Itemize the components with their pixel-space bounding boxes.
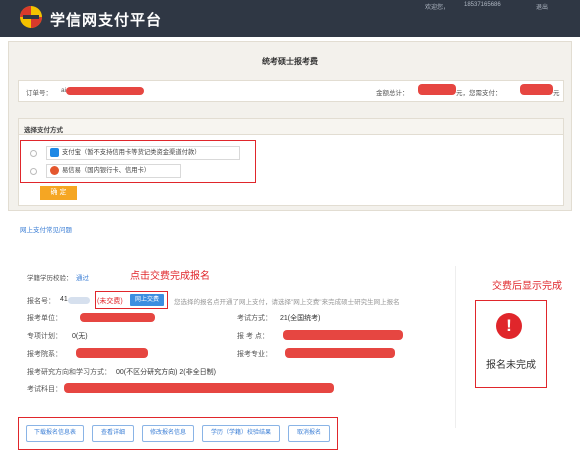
exam-mode-label: 考试方式： [237,315,272,322]
site-title: 学信网支付平台 [50,12,163,29]
payment-panel-title: 统考硕士报考费 [262,57,318,66]
subjects-label: 考试科目： [27,386,62,393]
special-plan-label: 专项计划： [27,333,62,340]
exam-mode-value: 21(全国统考) [280,315,321,322]
redaction-mark [66,87,144,95]
payment-method-header [19,119,563,135]
annotation-highlight-box [18,417,338,450]
major-label: 报考专业： [237,351,272,358]
amount-due-label: 元，您需支付： [456,90,502,97]
redaction-mark [283,330,403,340]
dept-label: 报考院系： [27,351,62,358]
amount-unit: 元 [553,90,560,97]
site-logo-icon [20,6,42,28]
payment-method-title: 选择支付方式 [24,127,63,134]
redaction-mark [80,313,155,322]
annotation-pay-hint: 点击交费完成报名 [130,271,210,282]
direction-label: 报考研究方向和学习方式： [27,369,111,376]
unit-label: 报考单位： [27,315,62,322]
verify-label: 学籍学历校验： [27,275,73,282]
order-number-label: 订单号： [26,90,52,97]
logout-link[interactable]: 退出 [536,2,548,11]
annotation-highlight-box [95,291,168,309]
panel-divider [455,266,456,428]
redaction-mark [64,383,334,393]
reg-no-value: 41 [60,296,68,303]
registration-status-text: 报名未完成 [486,360,536,371]
confirm-button[interactable]: 确 定 [40,186,77,200]
redaction-mark [76,348,148,358]
welcome-text: 欢迎您， [425,5,450,11]
pay-hint-text: 您选择的报名点开通了网上支付，请选择"网上交费"来完成硕士研究生网上报名 [174,299,400,306]
user-phone: 18537165686 [464,2,501,8]
alert-icon: ! [496,313,522,339]
redaction-mark [68,297,90,304]
reg-no-label: 报名号： [27,298,55,305]
redaction-mark [520,84,553,95]
annotation-status-hint: 交费后显示完成 [492,281,562,292]
exam-site-label: 报 考 点： [237,333,269,340]
amount-total-label: 金额总计： [376,90,409,97]
direction-value: 00(不区分研究方向) 2(非全日制) [116,369,216,376]
payment-faq-link[interactable]: 网上支付常见问题 [20,224,72,234]
special-plan-value: 0(无) [72,333,88,340]
redaction-mark [418,84,456,95]
redaction-mark [285,348,395,358]
verify-status: 通过 [76,275,89,282]
annotation-highlight-box [20,140,256,183]
